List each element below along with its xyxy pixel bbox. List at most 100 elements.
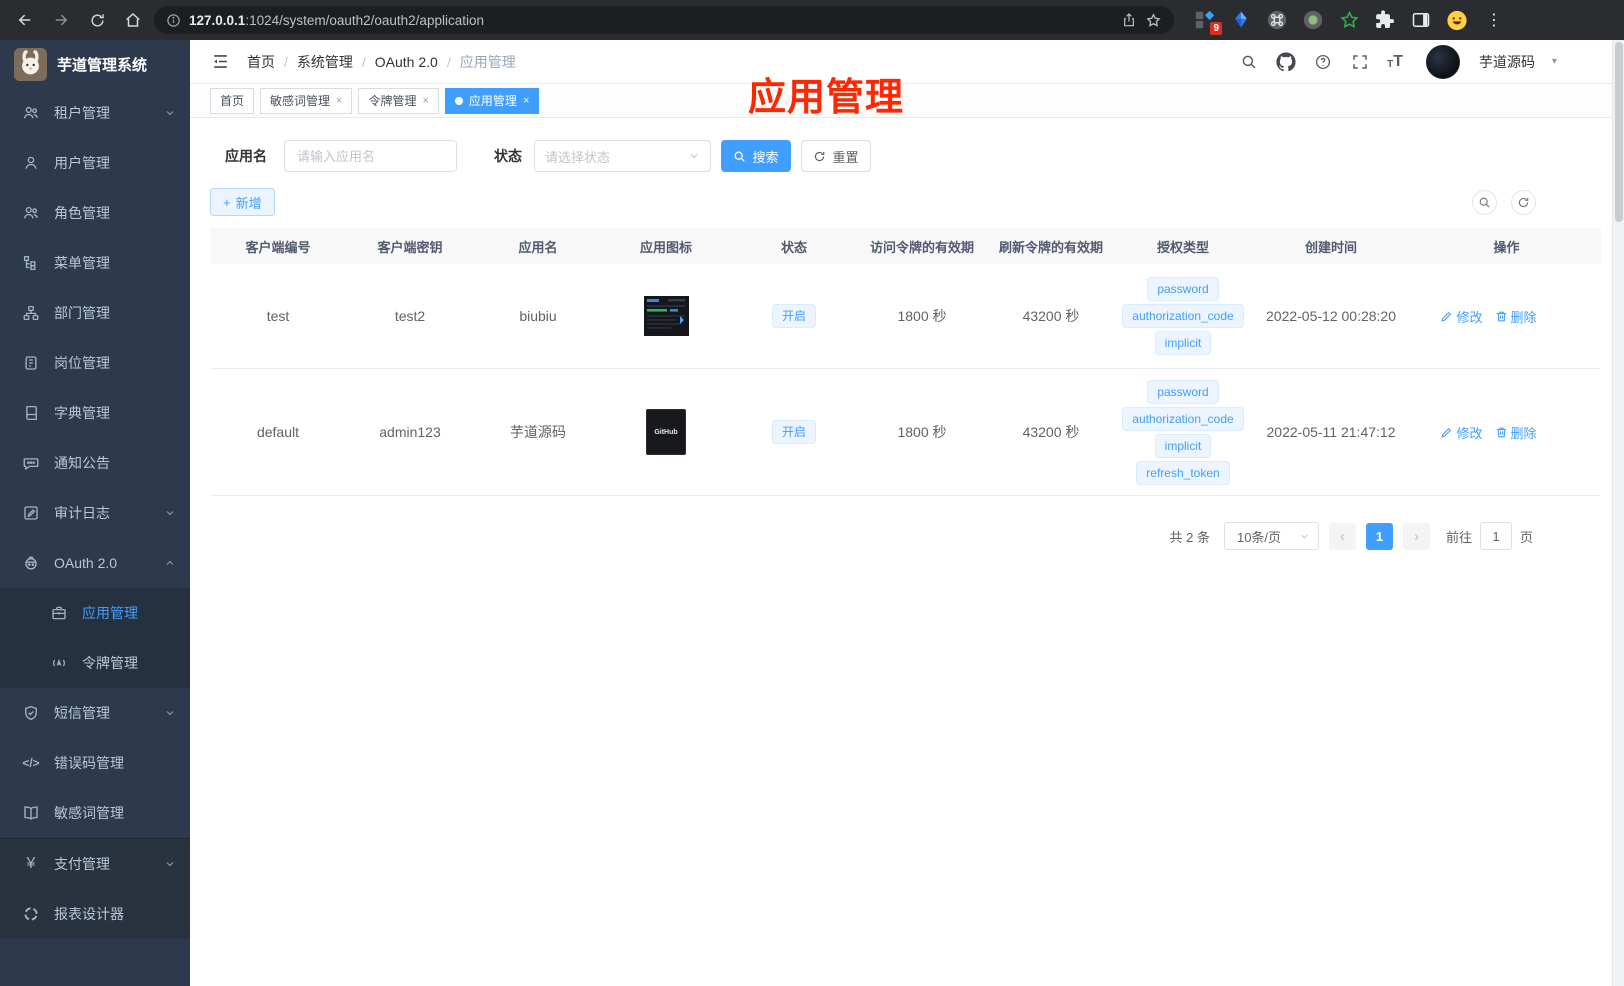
extension-kite-icon[interactable] xyxy=(1230,9,1252,31)
close-icon[interactable]: × xyxy=(523,95,529,107)
sidebar-section-2: ¥ 支付管理 报表设计器 xyxy=(0,838,190,939)
close-icon[interactable]: × xyxy=(422,95,428,107)
page-unit-label: 页 xyxy=(1519,529,1533,545)
pagination: 共 2 条 10条/页 ‹ 1 › 前往 页 xyxy=(210,522,1589,550)
sidebar-item-oauth[interactable]: OAuth 2.0 xyxy=(0,538,190,588)
font-size-icon[interactable]: TT xyxy=(1387,53,1403,70)
sidebar-fold-icon[interactable] xyxy=(207,49,233,75)
search-icon[interactable] xyxy=(1239,52,1259,72)
tab-sensitive-word[interactable]: 敏感词管理 × xyxy=(260,87,353,114)
breadcrumb-home[interactable]: 首页 xyxy=(247,52,275,72)
browser-chrome: 127.0.0.1:1024/system/oauth2/oauth2/appl… xyxy=(0,0,1624,40)
browser-menu-icon[interactable]: ⋮ xyxy=(1484,10,1504,30)
goto-page-input[interactable] xyxy=(1479,522,1512,550)
extension-record-icon[interactable] xyxy=(1302,9,1324,31)
sidebar-item-pay[interactable]: ¥ 支付管理 xyxy=(0,839,190,889)
org-chart-icon xyxy=(22,304,40,322)
breadcrumb-oauth[interactable]: OAuth 2.0 xyxy=(375,54,438,70)
app-name-label: 应用名 xyxy=(225,148,267,164)
briefcase-icon xyxy=(50,604,68,622)
users-icon xyxy=(22,104,40,122)
fullscreen-icon[interactable] xyxy=(1350,52,1370,72)
refresh-button[interactable] xyxy=(1511,189,1536,215)
github-icon[interactable] xyxy=(1276,51,1296,72)
delete-button[interactable]: 删除 xyxy=(1495,307,1537,326)
delete-button[interactable]: 删除 xyxy=(1495,423,1537,442)
scrollbar-thumb[interactable] xyxy=(1615,42,1623,222)
sidebar-item-sensitive-word[interactable]: 敏感词管理 xyxy=(0,788,190,838)
scrollbar[interactable] xyxy=(1612,40,1624,986)
book-icon xyxy=(22,404,40,422)
extension-command-icon[interactable] xyxy=(1266,9,1288,31)
user-icon xyxy=(22,154,40,172)
tab-application[interactable]: 应用管理 × xyxy=(444,87,540,114)
breadcrumb-current: 应用管理 xyxy=(459,53,516,70)
chevron-down-icon xyxy=(164,707,176,719)
app-title: 芋道管理系统 xyxy=(57,56,148,74)
sidebar-item-user[interactable]: 用户管理 xyxy=(0,138,190,188)
breadcrumb-system[interactable]: 系统管理 xyxy=(297,52,353,72)
share-icon[interactable] xyxy=(1121,12,1137,28)
goto-label: 前往 xyxy=(1445,529,1472,545)
sidebar-item-oauth-token[interactable]: 令牌管理 xyxy=(0,638,190,688)
user-caret-icon[interactable]: ▾ xyxy=(1552,56,1557,67)
tab-home[interactable]: 首页 xyxy=(210,87,255,114)
browser-forward-button[interactable] xyxy=(46,5,76,35)
sidebar-item-post[interactable]: 岗位管理 xyxy=(0,338,190,388)
applications-table: 客户端编号 客户端密钥 应用名 应用图标 状态 访问令牌的有效期 刷新令牌的有效… xyxy=(210,228,1601,496)
url-bar[interactable]: 127.0.0.1:1024/system/oauth2/oauth2/appl… xyxy=(154,6,1174,34)
extension-puzzle-icon[interactable] xyxy=(1374,9,1396,31)
app-name-input[interactable] xyxy=(284,140,457,172)
edit-button[interactable]: 修改 xyxy=(1440,307,1483,326)
next-page-button[interactable]: › xyxy=(1402,522,1430,550)
browser-home-button[interactable] xyxy=(118,5,148,35)
log-edit-icon xyxy=(22,504,40,522)
status-select[interactable]: 请选择状态 xyxy=(534,140,711,172)
segmented-circle-icon xyxy=(22,905,40,923)
sidebar-item-report-designer[interactable]: 报表设计器 xyxy=(0,889,190,939)
sidebar-item-tenant[interactable]: 租户管理 xyxy=(0,88,190,138)
logo[interactable]: 芋道管理系统 xyxy=(0,40,190,88)
sidebar-item-dict[interactable]: 字典管理 xyxy=(0,388,190,438)
page-size-select[interactable]: 10条/页 xyxy=(1223,522,1319,550)
reset-button[interactable]: 重置 xyxy=(801,140,871,172)
browser-reload-button[interactable] xyxy=(82,5,112,35)
add-button[interactable]: + 新增 xyxy=(210,188,275,216)
close-icon[interactable]: × xyxy=(336,95,342,107)
sidebar-item-oauth-application[interactable]: 应用管理 xyxy=(0,588,190,638)
app-icon-image: GitHub xyxy=(646,409,686,455)
app-icon-image xyxy=(643,296,689,336)
chevron-down-icon xyxy=(164,507,176,519)
sidebar-item-notice[interactable]: 通知公告 xyxy=(0,438,190,488)
page-number-button[interactable]: 1 xyxy=(1365,522,1393,550)
sidebar-item-sms[interactable]: 短信管理 xyxy=(0,688,190,738)
extension-toolbar: 9 xyxy=(1194,9,1468,35)
sidebar-item-menu[interactable]: 菜单管理 xyxy=(0,238,190,288)
user-name[interactable]: 芋道源码 xyxy=(1479,52,1535,72)
active-dot-icon xyxy=(454,96,463,105)
browser-back-button[interactable] xyxy=(10,5,40,35)
url-text: 127.0.0.1:1024/system/oauth2/oauth2/appl… xyxy=(189,13,484,28)
sidebar-item-audit-log[interactable]: 审计日志 xyxy=(0,488,190,538)
help-icon[interactable] xyxy=(1313,52,1333,72)
bookmark-star-icon[interactable] xyxy=(1145,12,1162,29)
yen-icon: ¥ xyxy=(26,855,36,872)
prev-page-button[interactable]: ‹ xyxy=(1328,522,1356,550)
page-content: 应用名 状态 请选择状态 搜索 重置 + xyxy=(190,118,1612,986)
sidebar-item-dept[interactable]: 部门管理 xyxy=(0,288,190,338)
profile-emoji-icon[interactable] xyxy=(1446,9,1468,31)
side-panel-icon[interactable] xyxy=(1410,9,1432,31)
search-button[interactable]: 搜索 xyxy=(721,140,791,172)
edit-button[interactable]: 修改 xyxy=(1440,423,1483,442)
extension-star-icon[interactable] xyxy=(1338,9,1360,31)
annotation-text: 应用管理 xyxy=(748,77,905,119)
site-info-icon[interactable] xyxy=(166,13,181,28)
table-row: test test2 biubiu 开启 1800 秒 43200 秒 pass… xyxy=(210,264,1601,369)
extension-grid-icon[interactable]: 9 xyxy=(1194,9,1222,35)
tab-token[interactable]: 令牌管理 × xyxy=(358,87,439,114)
code-icon: </> xyxy=(22,756,40,770)
user-avatar[interactable] xyxy=(1425,44,1460,79)
toggle-search-button[interactable] xyxy=(1472,189,1497,215)
sidebar-item-role[interactable]: 角色管理 xyxy=(0,188,190,238)
sidebar-item-error-code[interactable]: </> 错误码管理 xyxy=(0,738,190,788)
